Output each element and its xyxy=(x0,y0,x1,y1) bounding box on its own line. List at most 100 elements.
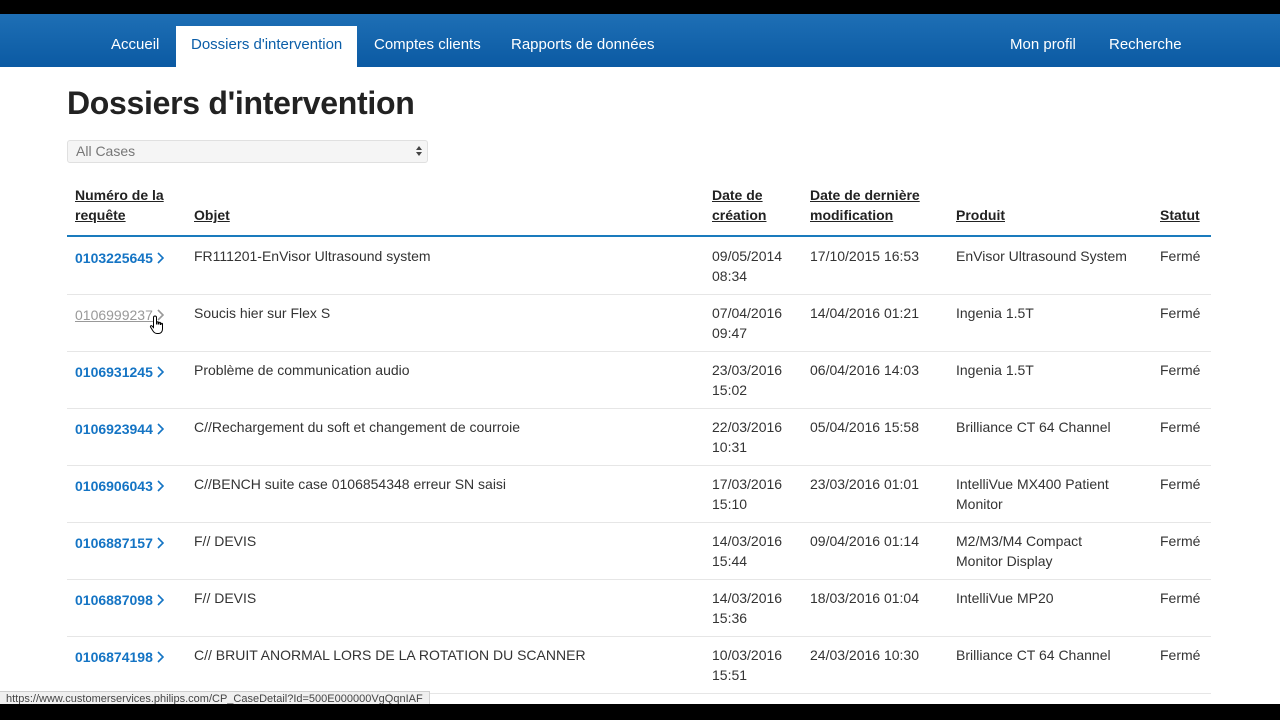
case-number-link[interactable]: 0106931245 xyxy=(75,362,165,383)
case-status: Fermé xyxy=(1160,305,1201,321)
case-product-line: Ingenia 1.5T xyxy=(956,362,1034,378)
case-created-time: 09:47 xyxy=(712,325,748,341)
case-product-line: Monitor Display xyxy=(956,553,1053,569)
case-status: Fermé xyxy=(1160,419,1201,435)
case-number-text: 0106931245 xyxy=(75,364,153,380)
chevron-right-icon xyxy=(157,306,165,326)
case-subject: F// DEVIS xyxy=(194,590,257,606)
column-header-case-number-line2: requête xyxy=(75,207,126,223)
case-number-text: 0106906043 xyxy=(75,478,153,494)
column-header-modified[interactable]: Date de dernière modification xyxy=(810,185,920,225)
nav-item-dossiers-intervention[interactable]: Dossiers d'intervention xyxy=(176,26,358,67)
case-subject: Problème de communication audio xyxy=(194,362,410,378)
column-header-case-number-line1: Numéro de la xyxy=(75,187,164,203)
case-filter-value: All Cases xyxy=(76,143,136,159)
chevron-right-icon xyxy=(157,363,165,383)
nav-item-rapports-donnees[interactable]: Rapports de données xyxy=(496,26,669,67)
case-number-link[interactable]: 0106887157 xyxy=(75,533,165,554)
case-product: IntelliVue MX400 Patient Monitor xyxy=(956,474,1109,514)
case-modified-date: 23/03/2016 01:01 xyxy=(810,476,919,492)
case-number-link[interactable]: 0106887098 xyxy=(75,590,165,611)
case-created-time: 15:51 xyxy=(712,667,748,683)
case-product-line: EnVisor Ultrasound System xyxy=(956,248,1127,264)
case-created-day: 09/05/2014 xyxy=(712,248,783,264)
chevron-right-icon xyxy=(157,648,165,668)
case-modified-date: 14/04/2016 01:21 xyxy=(810,305,919,321)
nav-item-mon-profil[interactable]: Mon profil xyxy=(995,26,1091,67)
table-row: 0106999237 Soucis hier sur Flex S 07/04/20… xyxy=(67,295,1211,352)
screen-bottom-border xyxy=(0,704,1280,720)
case-status: Fermé xyxy=(1160,647,1201,663)
table-row: 0103225645 FR111201-EnVisor Ultrasound sy… xyxy=(67,238,1211,295)
case-product-line: IntelliVue MP20 xyxy=(956,590,1054,606)
column-header-modified-line1: Date de dernière xyxy=(810,187,920,203)
column-header-case-number[interactable]: Numéro de la requête xyxy=(75,185,164,225)
screen-top-border xyxy=(0,0,1280,14)
table-header-divider xyxy=(67,235,1211,237)
case-created-time: 15:36 xyxy=(712,610,748,626)
table-row: 0106887098 F// DEVIS 14/03/2016 15:36 18/03/… xyxy=(67,580,1211,637)
column-header-subject[interactable]: Objet xyxy=(194,205,230,225)
case-created-date: 09/05/2014 08:34 xyxy=(712,246,782,286)
case-created-time: 15:44 xyxy=(712,553,748,569)
case-filter-select[interactable]: All Cases xyxy=(67,140,428,163)
case-product: IntelliVue MP20 xyxy=(956,588,1054,608)
case-product-line: Ingenia 1.5T xyxy=(956,305,1034,321)
nav-item-accueil[interactable]: Accueil xyxy=(96,26,174,67)
case-product: M2/M3/M4 Compact Monitor Display xyxy=(956,531,1082,571)
case-number-link[interactable]: 0106906043 xyxy=(75,476,165,497)
chevron-right-icon xyxy=(157,477,165,497)
table-row: 0106931245 Problème de communication audi… xyxy=(67,352,1211,409)
column-header-product[interactable]: Produit xyxy=(956,205,1005,225)
case-modified-date: 06/04/2016 14:03 xyxy=(810,362,919,378)
main-content: Dossiers d'intervention All Cases Numéro… xyxy=(0,67,1280,704)
case-modified-date: 18/03/2016 01:04 xyxy=(810,590,919,606)
case-created-time: 15:02 xyxy=(712,382,748,398)
case-status: Fermé xyxy=(1160,590,1201,606)
main-navigation: Accueil Dossiers d'intervention Comptes … xyxy=(0,14,1280,67)
case-product: Brilliance CT 64 Channel xyxy=(956,645,1111,665)
case-created-date: 22/03/2016 10:31 xyxy=(712,417,782,457)
case-number-text: 0106887098 xyxy=(75,592,153,608)
case-product: Ingenia 1.5T xyxy=(956,303,1034,323)
case-created-time: 15:10 xyxy=(712,496,748,512)
case-created-day: 14/03/2016 xyxy=(712,590,783,606)
case-created-day: 07/04/2016 xyxy=(712,305,783,321)
case-subject: C//Rechargement du soft et changement de… xyxy=(194,419,521,435)
case-created-date: 17/03/2016 15:10 xyxy=(712,474,782,514)
case-created-day: 10/03/2016 xyxy=(712,647,783,663)
table-row: 0106874198 C// BRUIT ANORMAL LORS DE LA R… xyxy=(67,637,1211,694)
case-status: Fermé xyxy=(1160,248,1201,264)
page-title: Dossiers d'intervention xyxy=(67,85,415,121)
case-created-day: 14/03/2016 xyxy=(712,533,783,549)
case-modified-date: 09/04/2016 01:14 xyxy=(810,533,919,549)
chevron-right-icon xyxy=(157,420,165,440)
column-header-modified-line2: modification xyxy=(810,207,894,223)
chevron-right-icon xyxy=(157,591,165,611)
case-created-date: 07/04/2016 09:47 xyxy=(712,303,782,343)
nav-item-recherche[interactable]: Recherche xyxy=(1094,26,1197,67)
case-status: Fermé xyxy=(1160,476,1201,492)
case-subject: C//BENCH suite case 0106854348 erreur SN… xyxy=(194,476,507,492)
column-header-created-line1: Date de xyxy=(712,187,763,203)
case-created-date: 14/03/2016 15:36 xyxy=(712,588,782,628)
column-header-status[interactable]: Statut xyxy=(1160,205,1200,225)
case-number-link[interactable]: 0106999237 xyxy=(75,305,165,326)
case-number-text: 0106887157 xyxy=(75,535,153,551)
case-modified-date: 17/10/2015 16:53 xyxy=(810,248,919,264)
case-number-text: 0106874198 xyxy=(75,649,153,665)
case-status: Fermé xyxy=(1160,362,1201,378)
case-created-date: 14/03/2016 15:44 xyxy=(712,531,782,571)
case-subject: C// BRUIT ANORMAL LORS DE LA ROTATION DU… xyxy=(194,647,586,663)
case-product-line: Brilliance CT 64 Channel xyxy=(956,419,1111,435)
case-subject: F// DEVIS xyxy=(194,533,257,549)
column-header-created[interactable]: Date de création xyxy=(712,185,766,225)
case-number-text: 0106923944 xyxy=(75,421,153,437)
case-number-link[interactable]: 0106874198 xyxy=(75,647,165,668)
case-product: EnVisor Ultrasound System xyxy=(956,246,1127,266)
case-number-link[interactable]: 0106923944 xyxy=(75,419,165,440)
nav-item-comptes-clients[interactable]: Comptes clients xyxy=(359,26,496,67)
case-number-link[interactable]: 0103225645 xyxy=(75,248,165,269)
table-row: 0106906043 C//BENCH suite case 0106854348… xyxy=(67,466,1211,523)
case-product: Ingenia 1.5T xyxy=(956,360,1034,380)
